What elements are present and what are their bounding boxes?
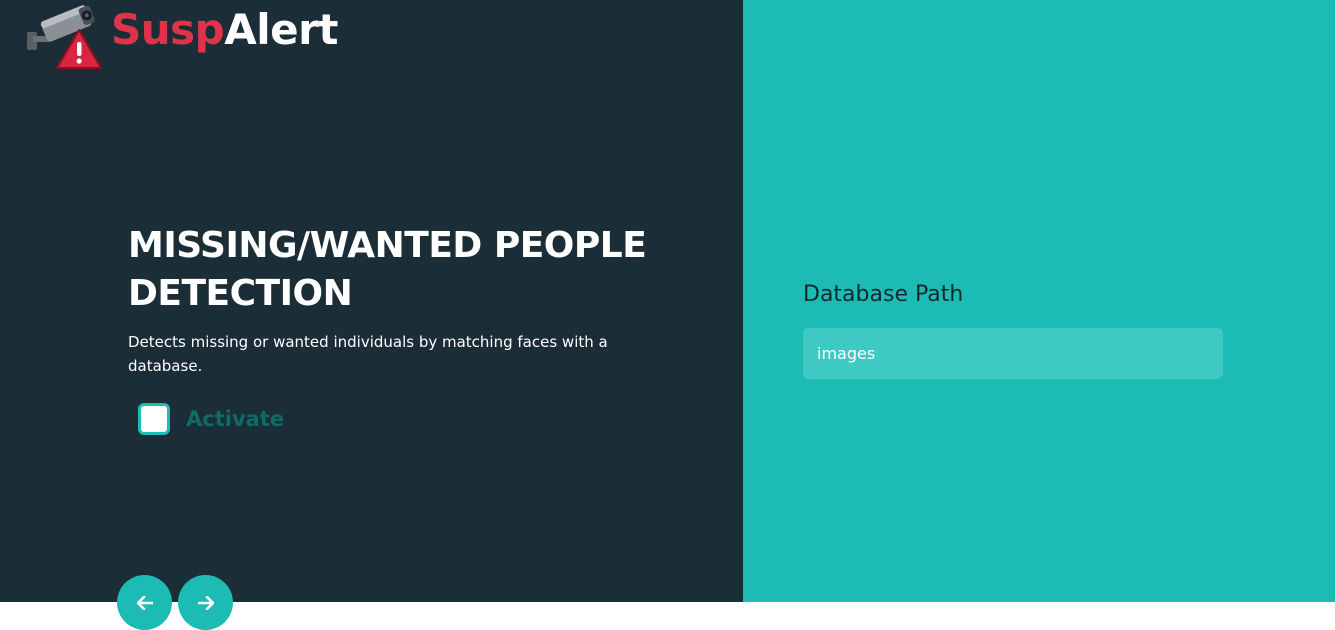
activate-checkbox[interactable]: [138, 403, 170, 435]
left-panel: SuspAlert MISSING/WANTED PEOPLE DETECTIO…: [0, 0, 743, 602]
security-camera-warning-icon: [25, 2, 103, 70]
activate-label[interactable]: Activate: [186, 407, 284, 431]
activate-toggle[interactable]: Activate: [138, 403, 284, 435]
arrow-left-icon: [136, 595, 153, 610]
brand-name: SuspAlert: [111, 9, 338, 51]
brand-name-part1: Susp: [111, 5, 225, 54]
page-title: MISSING/WANTED PEOPLE DETECTION: [128, 225, 647, 314]
arrow-right-icon: [197, 595, 214, 610]
next-button[interactable]: [178, 575, 233, 630]
brand-logo[interactable]: SuspAlert: [25, 2, 338, 70]
page-description: Detects missing or wanted individuals by…: [128, 333, 608, 375]
database-path-input[interactable]: [803, 328, 1223, 379]
previous-button[interactable]: [117, 575, 172, 630]
brand-name-part2: Alert: [224, 5, 338, 54]
database-path-label: Database Path: [803, 282, 964, 307]
app-root: SuspAlert MISSING/WANTED PEOPLE DETECTIO…: [0, 0, 1335, 630]
